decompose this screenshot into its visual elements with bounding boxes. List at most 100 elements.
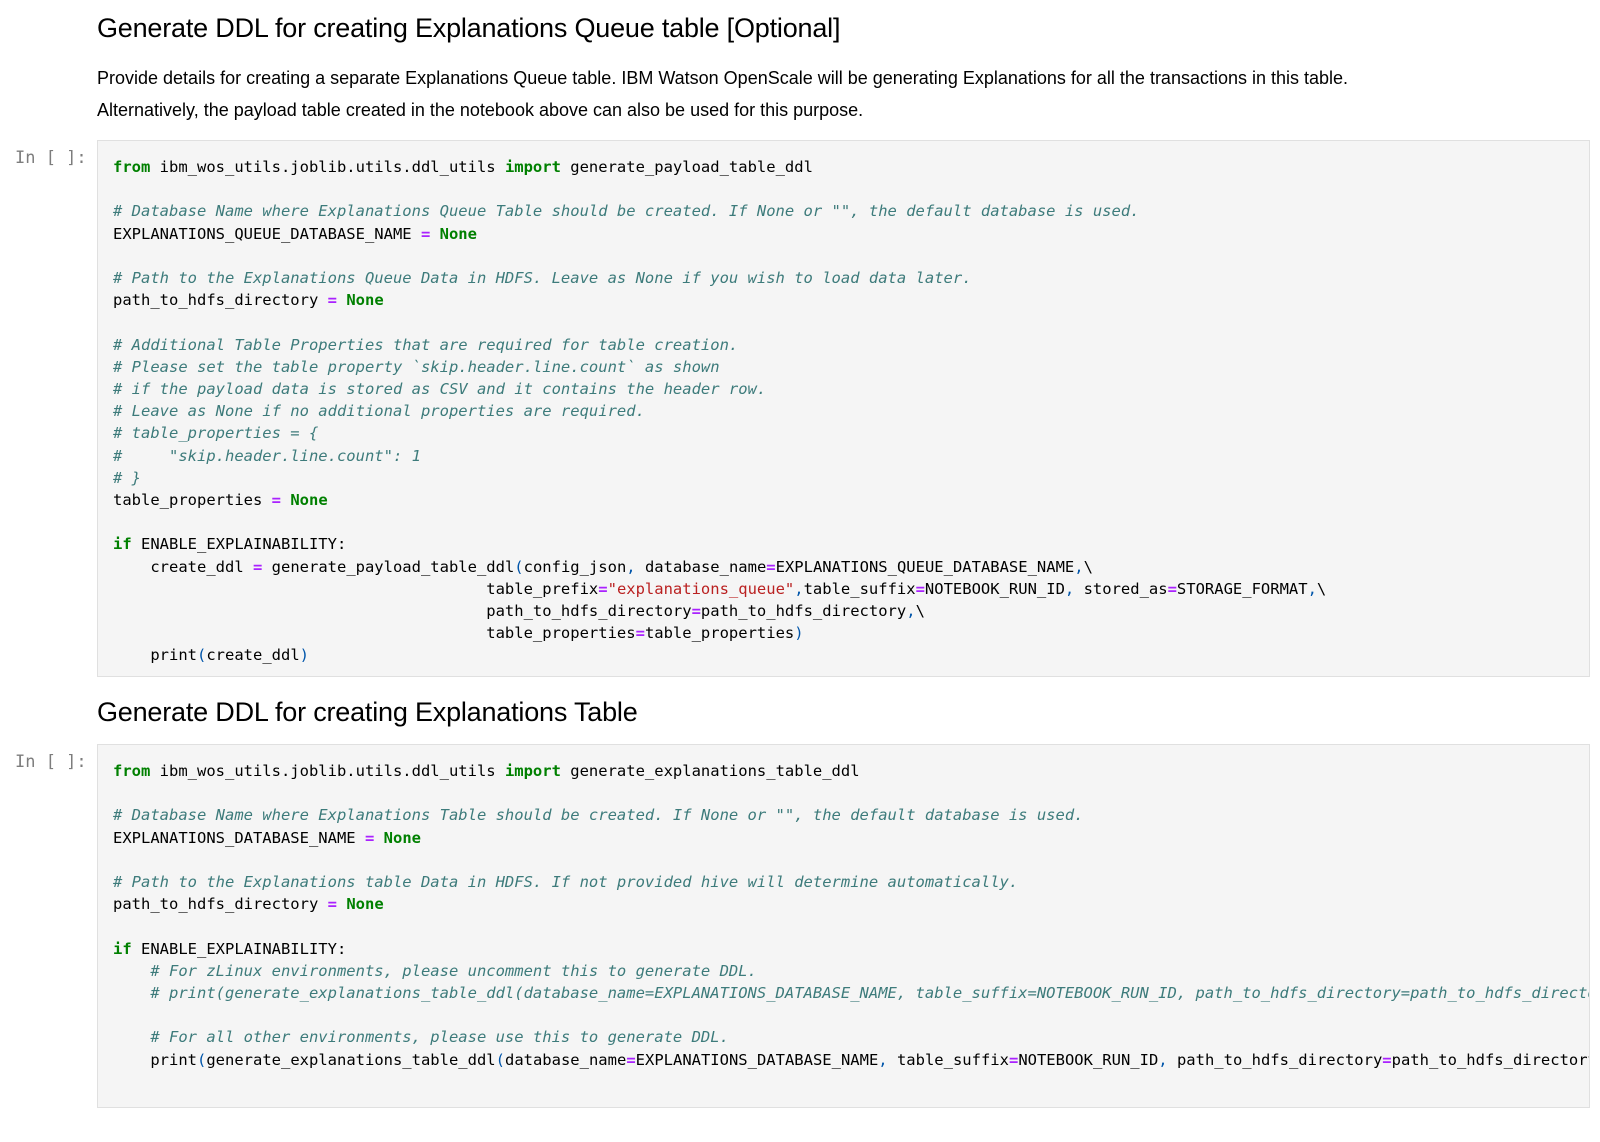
code-editor-2[interactable]: from ibm_wos_utils.joblib.utils.ddl_util…: [98, 745, 1589, 1071]
code-line: # For zLinux environments, please uncomm…: [113, 962, 757, 980]
code-token: # Database Name where Explanations Table…: [113, 806, 1084, 825]
code-token: =: [915, 579, 925, 598]
code-token: ): [794, 624, 804, 643]
code-token: None: [439, 224, 477, 243]
code-line: print(create_ddl): [113, 646, 309, 664]
code-token: config_json: [523, 557, 627, 576]
code-line: from ibm_wos_utils.joblib.utils.ddl_util…: [113, 762, 860, 780]
code-token: from: [113, 762, 151, 780]
cell-prompt-1: In [ ]:: [15, 148, 87, 168]
code-line: create_ddl = generate_payload_table_ddl(…: [113, 558, 1093, 576]
code-cell-explanations-table[interactable]: from ibm_wos_utils.joblib.utils.ddl_util…: [97, 744, 1590, 1108]
code-token: # if the payload data is stored as CSV a…: [113, 380, 767, 399]
code-token: EXPLANATIONS_QUEUE_DATABASE_NAME: [775, 557, 1075, 576]
code-token: database_name: [635, 557, 767, 576]
code-token: # Please set the table property `skip.he…: [113, 357, 720, 376]
code-line: table_properties=table_properties): [113, 624, 804, 643]
code-token: =: [691, 602, 701, 621]
code-token: path_to_hdfs_directory: [1167, 1050, 1383, 1069]
code-line: path_to_hdfs_directory = None: [113, 291, 384, 309]
code-line: print(generate_explanations_table_ddl(da…: [113, 1050, 1590, 1069]
code-token: # Path to the Explanations Queue Data in…: [113, 269, 972, 288]
code-token: path_to_hdfs_directory: [700, 602, 907, 621]
code-line: EXPLANATIONS_QUEUE_DATABASE_NAME = None: [113, 225, 477, 243]
code-token: EXPLANATIONS_DATABASE_NAME: [635, 1050, 879, 1069]
code-line: # }: [113, 469, 141, 487]
code-line: if ENABLE_EXPLAINABILITY:: [113, 940, 346, 958]
code-token: table_properties: [644, 624, 795, 643]
code-line: # Path to the Explanations table Data in…: [113, 873, 1018, 891]
code-token: ,: [1074, 557, 1084, 576]
code-token: table_properties: [113, 624, 636, 643]
code-line: # print(generate_explanations_table_ddl(…: [113, 984, 1590, 1003]
code-token: =: [1167, 579, 1177, 598]
code-token: =: [1382, 1050, 1392, 1069]
code-token: # For all other environments, please use…: [113, 1028, 729, 1047]
code-token: ,: [1064, 579, 1075, 598]
code-token: path_to_hdfs_directory: [1391, 1050, 1590, 1069]
code-token: =: [364, 828, 375, 847]
code-token: =: [327, 895, 337, 914]
code-token: NOTEBOOK_RUN_ID: [924, 579, 1065, 598]
code-token: if: [113, 535, 132, 554]
code-token: from: [113, 158, 151, 176]
code-token: ENABLE_EXPLAINABILITY:: [131, 939, 347, 958]
code-token: table_prefix: [113, 579, 599, 598]
code-token: generate_payload_table_ddl: [262, 557, 515, 576]
code-line: # table_properties = {: [113, 424, 318, 442]
code-token: # }: [113, 468, 141, 487]
code-token: =: [766, 557, 776, 576]
code-token: # Leave as None if no additional propert…: [113, 402, 645, 421]
code-cell-explanations-queue[interactable]: from ibm_wos_utils.joblib.utils.ddl_util…: [97, 140, 1590, 677]
code-token: ,: [906, 602, 916, 621]
code-token: # print(generate_explanations_table_ddl(…: [113, 984, 1590, 1003]
code-line: EXPLANATIONS_DATABASE_NAME = None: [113, 829, 421, 847]
code-token: generate_payload_table_ddl: [560, 158, 813, 176]
code-token: path_to_hdfs_directory: [113, 291, 328, 310]
code-line: # For all other environments, please use…: [113, 1028, 729, 1046]
code-token: if: [113, 939, 132, 958]
code-line: # "skip.header.line.count": 1: [113, 447, 421, 465]
code-token: # "skip.header.line.count": 1: [113, 446, 421, 465]
code-token: None: [346, 895, 384, 914]
code-token: generate_explanations_table_ddl: [560, 762, 860, 780]
code-token: (: [514, 557, 524, 576]
code-token: table_suffix: [803, 579, 916, 598]
code-token: =: [635, 624, 645, 643]
code-token: path_to_hdfs_directory: [113, 895, 328, 914]
code-line: # Database Name where Explanations Queue…: [113, 202, 1140, 220]
code-token: =: [271, 491, 281, 510]
description-line-2: Alternatively, the payload table created…: [97, 100, 864, 120]
code-token: database_name: [504, 1050, 627, 1069]
code-token: EXPLANATIONS_QUEUE_DATABASE_NAME: [113, 224, 421, 243]
code-token: =: [327, 291, 337, 310]
code-token: \: [1316, 579, 1327, 598]
code-line: table_properties = None: [113, 491, 328, 509]
code-token: table_suffix: [887, 1050, 1009, 1069]
code-token: print: [113, 646, 197, 665]
description-line-1: Provide details for creating a separate …: [97, 68, 1349, 88]
code-token: print: [113, 1050, 197, 1069]
code-token: "explanations_queue": [607, 579, 795, 598]
code-token: EXPLANATIONS_DATABASE_NAME: [113, 828, 365, 847]
code-token: None: [290, 491, 328, 510]
code-line: # Database Name where Explanations Table…: [113, 806, 1084, 824]
cell-prompt-2: In [ ]:: [15, 752, 87, 772]
code-token: =: [598, 579, 608, 598]
code-token: generate_explanations_table_ddl: [206, 1050, 496, 1069]
code-token: \: [1083, 557, 1093, 576]
code-token: # For zLinux environments, please uncomm…: [113, 961, 757, 980]
code-token: NOTEBOOK_RUN_ID: [1018, 1050, 1159, 1069]
code-token: (: [197, 646, 207, 665]
code-token: (: [495, 1050, 505, 1069]
code-editor-1[interactable]: from ibm_wos_utils.joblib.utils.ddl_util…: [98, 141, 1589, 667]
code-token: =: [626, 1050, 636, 1069]
code-line: if ENABLE_EXPLAINABILITY:: [113, 535, 346, 553]
code-line: # Please set the table property `skip.he…: [113, 358, 720, 376]
code-line: path_to_hdfs_directory = None: [113, 895, 384, 913]
section-heading-explanations-queue: Generate DDL for creating Explanations Q…: [97, 13, 841, 43]
code-line: path_to_hdfs_directory=path_to_hdfs_dire…: [113, 602, 925, 620]
code-line: # Leave as None if no additional propert…: [113, 402, 645, 420]
